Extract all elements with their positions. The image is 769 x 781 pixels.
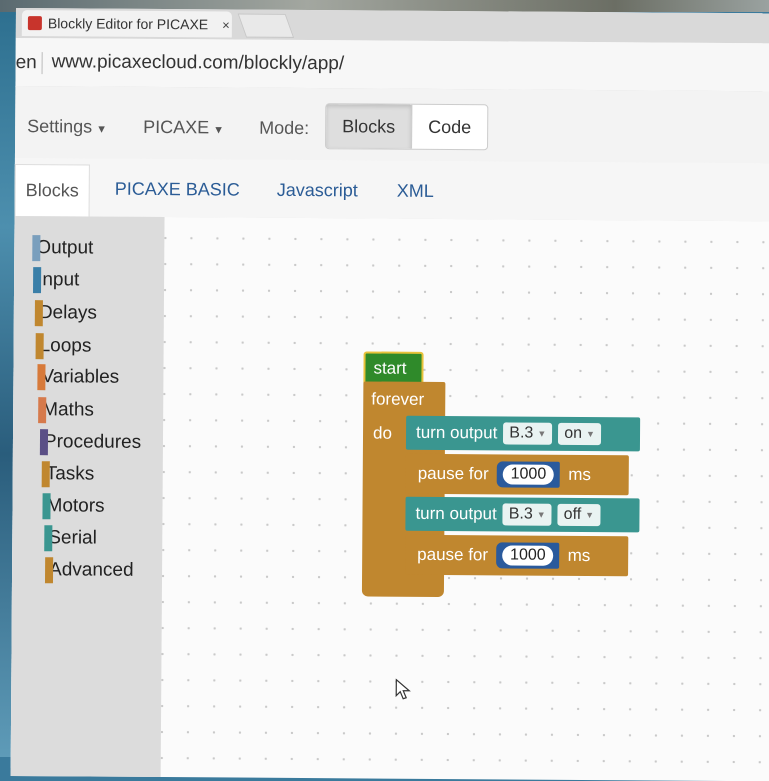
browser-tab[interactable]: Blockly Editor for PICAXE × (21, 10, 232, 38)
number-socket: 1000 (496, 461, 561, 488)
pin-value: B.3 (508, 505, 533, 523)
picaxe-menu-label: PICAXE (143, 116, 210, 138)
state-dropdown[interactable]: on ▼ (558, 422, 602, 446)
pause-unit: ms (568, 464, 591, 485)
turn-output-block[interactable]: turn output B.3 ▼ off ▼ (405, 496, 640, 533)
forever-label: forever (371, 389, 425, 409)
address-separator (41, 52, 43, 75)
address-url[interactable]: www.picaxecloud.com/blockly/app/ (52, 51, 345, 75)
category-input[interactable]: Input (33, 266, 80, 294)
blockly-workspace[interactable]: Output Input Delays Loops Variables Math… (10, 215, 769, 781)
category-loops[interactable]: Loops (35, 332, 92, 360)
category-color-swatch (44, 525, 53, 552)
mouse-cursor-icon (395, 678, 411, 700)
category-advanced[interactable]: Advanced (44, 556, 134, 585)
address-prefix: en (15, 51, 37, 74)
pin-dropdown[interactable]: B.3 ▼ (503, 422, 553, 445)
category-label: Maths (42, 399, 95, 421)
browser-tab-title: Blockly Editor for PICAXE (47, 15, 209, 33)
turn-output-block[interactable]: turn output B.3 ▼ on ▼ (405, 415, 641, 452)
category-color-swatch (37, 364, 46, 391)
category-label: Procedures (43, 431, 142, 453)
tab-blocks[interactable]: Blocks (14, 163, 90, 217)
category-color-swatch (38, 397, 47, 424)
category-color-swatch (34, 300, 43, 327)
pause-label: pause for (417, 544, 489, 565)
dropdown-arrow-icon: ▼ (585, 509, 595, 521)
category-color-swatch (32, 235, 41, 262)
category-color-swatch (39, 429, 49, 456)
state-value: on (564, 424, 583, 442)
pin-value: B.3 (509, 424, 534, 442)
pause-value-field[interactable]: 1000 (502, 464, 555, 485)
settings-menu-label: Settings (27, 116, 93, 137)
tab-picaxe-basic[interactable]: PICAXE BASIC (115, 179, 240, 201)
category-color-swatch (44, 557, 54, 584)
number-socket: 1000 (495, 542, 560, 569)
turn-output-label: turn output (415, 422, 498, 443)
category-color-swatch (41, 461, 50, 488)
block-toolbox: Output Input Delays Loops Variables Math… (10, 215, 165, 778)
pause-unit: ms (567, 545, 591, 566)
close-tab-icon[interactable]: × (222, 17, 230, 32)
category-procedures[interactable]: Procedures (39, 428, 142, 457)
pause-block[interactable]: pause for 1000 ms (405, 453, 629, 496)
start-block-label: start (373, 358, 407, 378)
mode-label: Mode: (259, 117, 310, 139)
category-label: Motors (46, 495, 105, 517)
category-maths[interactable]: Maths (38, 396, 95, 424)
mode-toggle-group: Blocks Code (325, 103, 489, 151)
mode-blocks-button[interactable]: Blocks (326, 104, 413, 149)
address-bar[interactable]: en www.picaxecloud.com/blockly/app/ (15, 37, 769, 93)
chevron-down-icon: ▼ (96, 123, 108, 136)
category-label: Output (36, 237, 94, 259)
dropdown-arrow-icon: ▼ (586, 428, 596, 440)
category-label: Input (37, 269, 80, 291)
category-delays[interactable]: Delays (34, 299, 98, 327)
pin-dropdown[interactable]: B.3 ▼ (502, 503, 552, 526)
chevron-down-icon: ▼ (213, 124, 225, 137)
new-tab-button[interactable] (237, 13, 295, 38)
tab-javascript[interactable]: Javascript (277, 180, 358, 202)
category-label: Delays (38, 302, 98, 324)
category-label: Advanced (49, 559, 134, 581)
category-label: Loops (39, 335, 92, 357)
category-label: Variables (41, 366, 120, 388)
category-variables[interactable]: Variables (37, 363, 120, 392)
category-color-swatch (33, 267, 42, 294)
mode-code-button[interactable]: Code (412, 105, 487, 150)
category-color-swatch (42, 493, 51, 520)
pause-label: pause for (417, 463, 489, 484)
pause-block[interactable]: pause for 1000 ms (405, 534, 629, 577)
pause-value-field[interactable]: 1000 (502, 545, 554, 566)
dropdown-arrow-icon: ▼ (536, 509, 546, 520)
category-tasks[interactable]: Tasks (41, 460, 95, 488)
browser-window: Blockly Editor for PICAXE × en www.picax… (10, 8, 769, 781)
picaxe-favicon-icon (27, 16, 42, 31)
category-color-swatch (35, 333, 44, 360)
state-value: off (563, 505, 582, 523)
category-label: Tasks (45, 463, 95, 485)
state-dropdown[interactable]: off ▼ (557, 503, 601, 527)
code-tabs: Blocks PICAXE BASIC Javascript XML (14, 157, 769, 223)
settings-menu[interactable]: Settings ▼ (27, 116, 107, 138)
do-label: do (372, 423, 393, 443)
category-serial[interactable]: Serial (44, 524, 97, 552)
category-output[interactable]: Output (32, 234, 94, 262)
tab-xml[interactable]: XML (397, 181, 434, 202)
category-motors[interactable]: Motors (42, 492, 105, 520)
turn-output-label: turn output (415, 503, 497, 524)
app-toolbar: Settings ▼ PICAXE ▼ Mode: Blocks Code (14, 85, 769, 164)
dropdown-arrow-icon: ▼ (537, 428, 547, 439)
picaxe-menu[interactable]: PICAXE ▼ (143, 117, 224, 139)
category-label: Serial (48, 527, 97, 549)
